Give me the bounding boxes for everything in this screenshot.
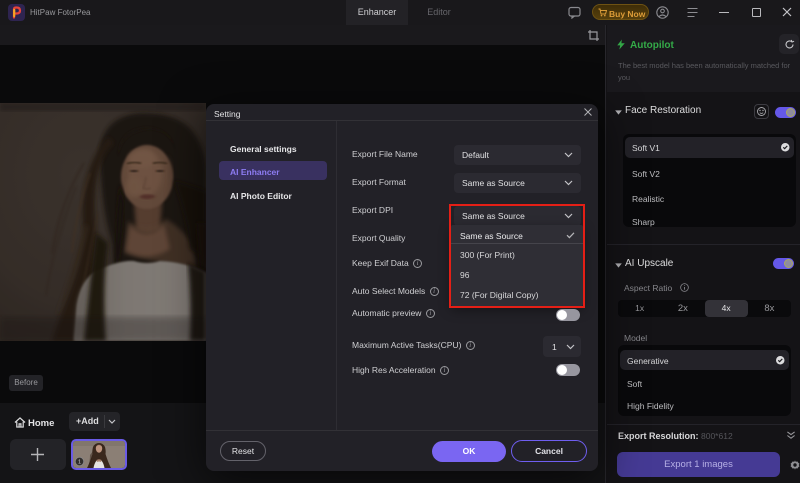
svg-text:1: 1 bbox=[78, 460, 81, 466]
